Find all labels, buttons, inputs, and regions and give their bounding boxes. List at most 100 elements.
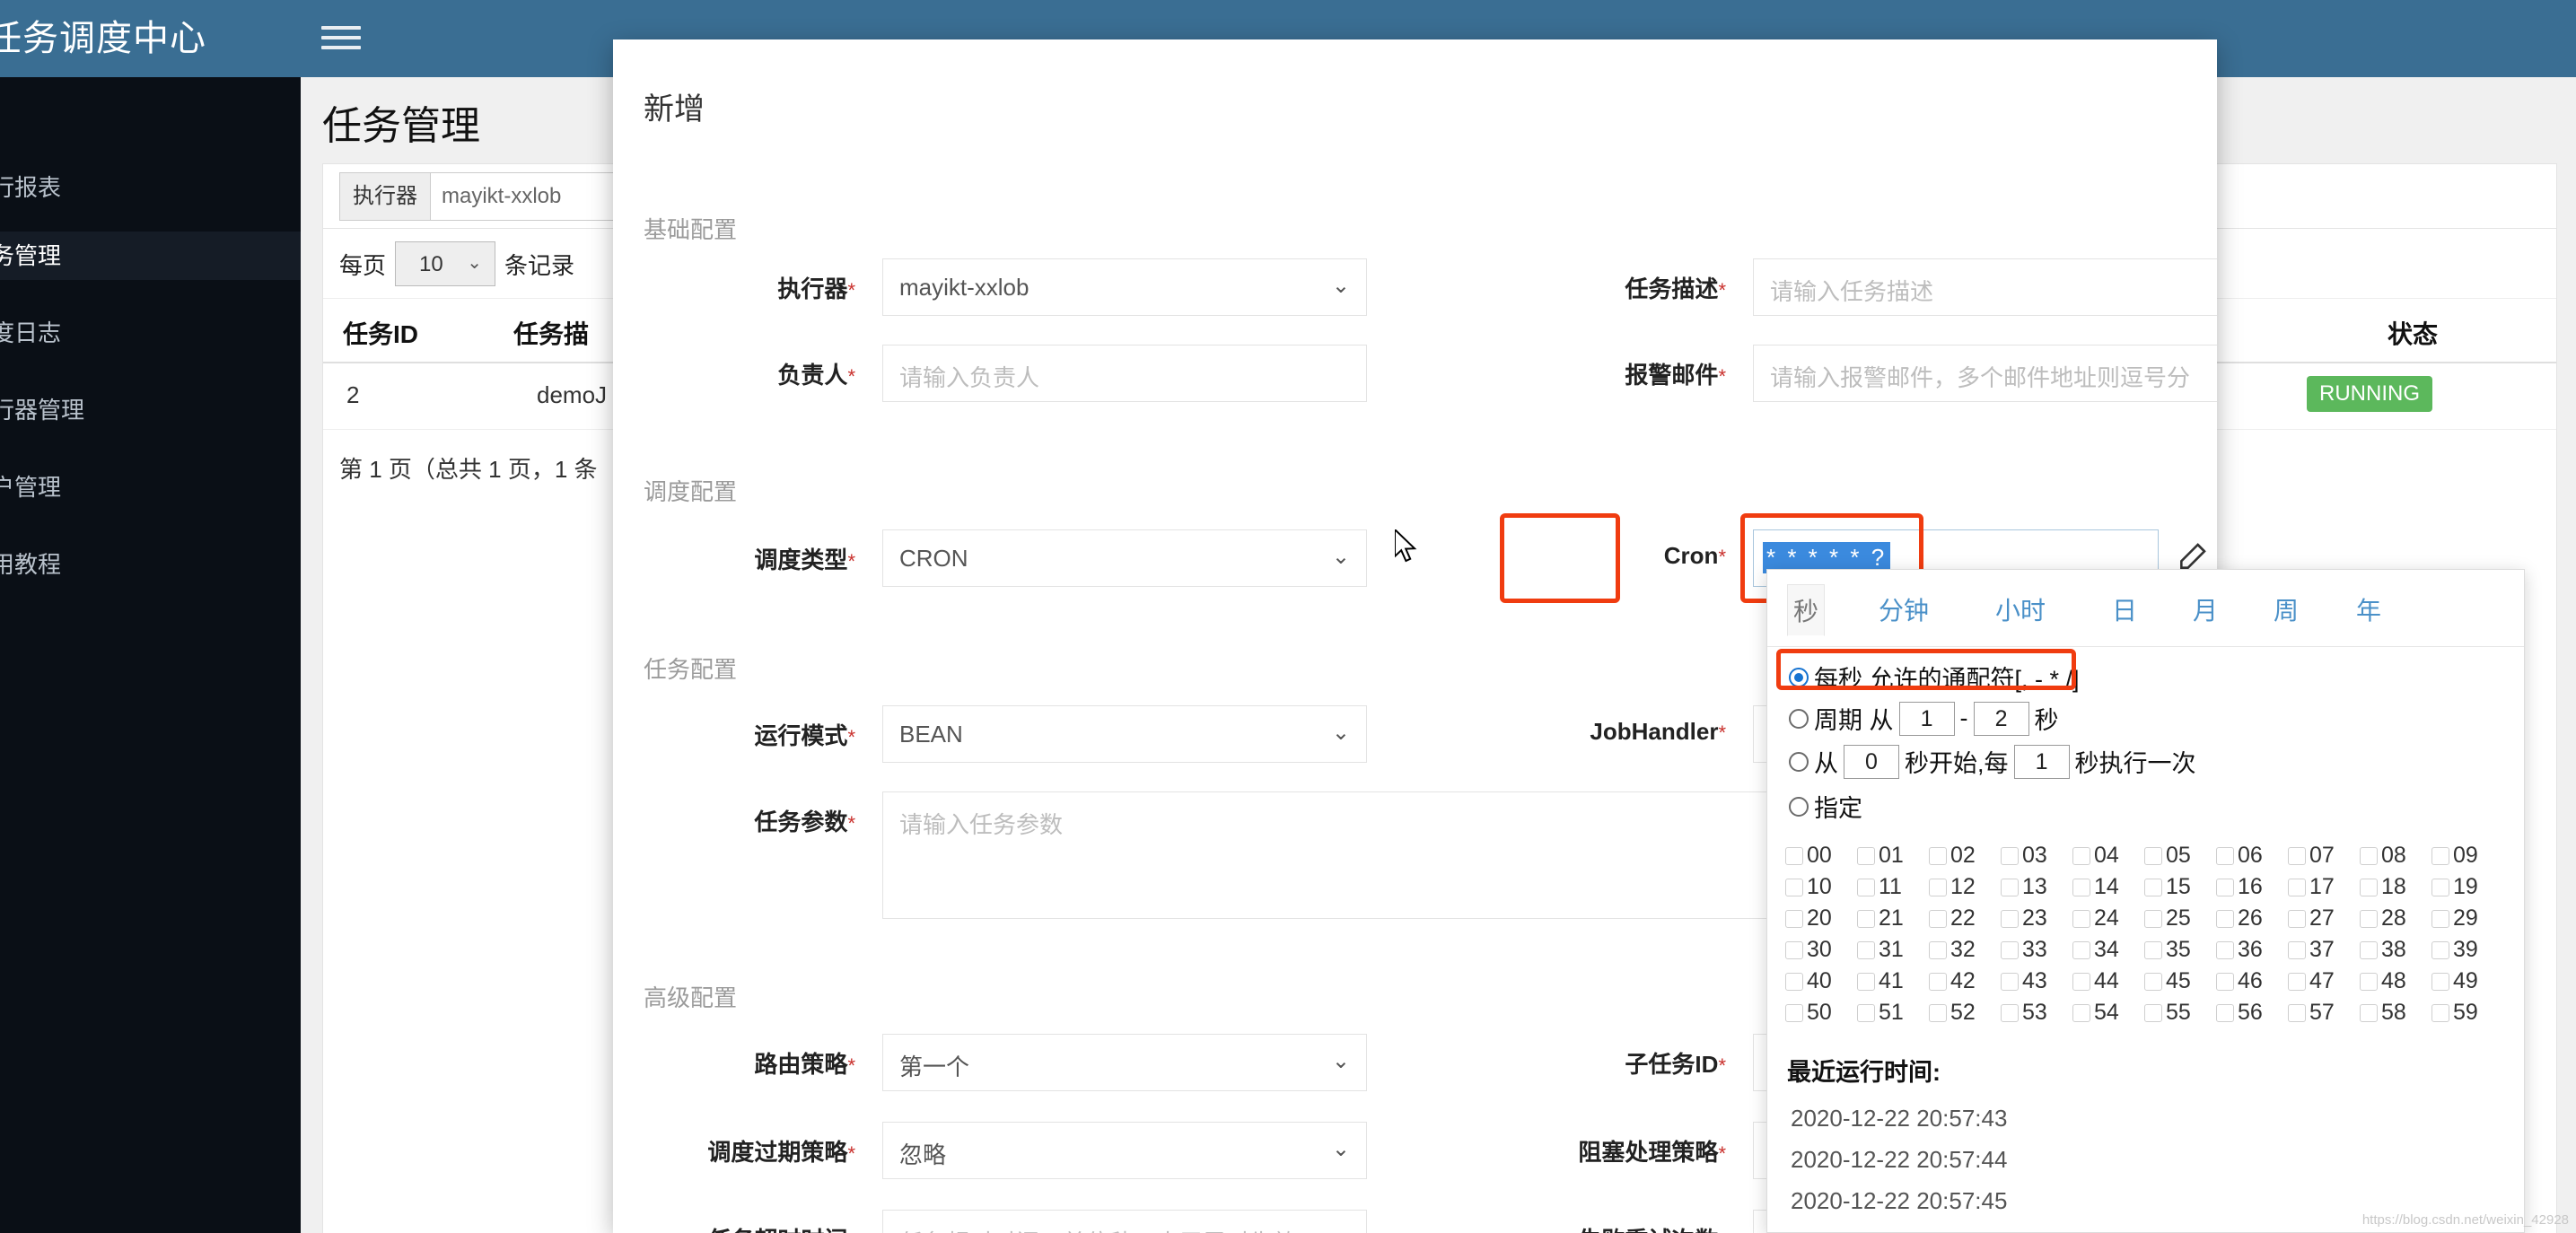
second-checkbox-03: 03 bbox=[2001, 843, 2047, 869]
sidebar-item-jobs[interactable]: 任务管理 bbox=[0, 232, 301, 280]
checkbox[interactable] bbox=[1929, 972, 1947, 991]
checkbox[interactable] bbox=[2072, 940, 2090, 959]
checkbox[interactable] bbox=[2144, 909, 2162, 928]
checkbox[interactable] bbox=[2360, 909, 2378, 928]
checkbox[interactable] bbox=[2001, 846, 2019, 865]
checkbox[interactable] bbox=[1785, 846, 1803, 865]
sidebar-item-report[interactable]: 运行报表 bbox=[0, 163, 301, 212]
checkbox[interactable] bbox=[2216, 909, 2234, 928]
checkbox[interactable] bbox=[1785, 940, 1803, 959]
checkbox[interactable] bbox=[2288, 972, 2306, 991]
checkbox[interactable] bbox=[2431, 972, 2449, 991]
interval-step-input[interactable]: 1 bbox=[2013, 744, 2070, 779]
tab-day[interactable]: 日 bbox=[2107, 584, 2142, 634]
checkbox[interactable] bbox=[1785, 1003, 1803, 1022]
checkbox[interactable] bbox=[2144, 878, 2162, 896]
owner-input[interactable]: 请输入负责人 bbox=[882, 345, 1367, 402]
second-checkbox-48: 48 bbox=[2360, 968, 2406, 994]
hamburger-icon[interactable] bbox=[321, 20, 361, 56]
checkbox[interactable] bbox=[2001, 878, 2019, 896]
option-interval[interactable]: 从 0 秒开始,每 1 秒执行一次 bbox=[1789, 744, 2196, 779]
checkbox[interactable] bbox=[1857, 972, 1875, 991]
checkbox[interactable] bbox=[2288, 940, 2306, 959]
sidebar-item-users[interactable]: 用户管理 bbox=[0, 463, 301, 512]
radio-interval[interactable] bbox=[1789, 751, 1809, 772]
run-mode-select[interactable]: BEAN ⌄ bbox=[882, 705, 1367, 763]
checkbox[interactable] bbox=[2360, 940, 2378, 959]
checkbox[interactable] bbox=[1929, 846, 1947, 865]
checkbox[interactable] bbox=[2072, 878, 2090, 896]
checkbox[interactable] bbox=[2360, 878, 2378, 896]
interval-start-input[interactable]: 0 bbox=[1844, 744, 1899, 779]
checkbox[interactable] bbox=[2216, 1003, 2234, 1022]
job-desc-input[interactable]: 请输入任务描述 bbox=[1753, 258, 2217, 316]
checkbox[interactable] bbox=[2072, 846, 2090, 865]
sidebar-item-tutorial[interactable]: 使用教程 bbox=[0, 540, 301, 589]
checkbox[interactable] bbox=[2360, 972, 2378, 991]
checkbox[interactable] bbox=[2431, 846, 2449, 865]
checkbox[interactable] bbox=[2216, 878, 2234, 896]
checkbox[interactable] bbox=[2360, 1003, 2378, 1022]
option-range[interactable]: 周期 从 1 - 2 秒 bbox=[1789, 701, 2059, 736]
executor-select[interactable]: mayikt-xxlob ⌄ bbox=[882, 258, 1367, 316]
checkbox[interactable] bbox=[2144, 1003, 2162, 1022]
checkbox[interactable] bbox=[1929, 1003, 1947, 1022]
timeout-input[interactable]: 任务超时时间，单位秒，大于零时生效 bbox=[882, 1210, 1367, 1233]
checkbox[interactable] bbox=[1857, 940, 1875, 959]
checkbox[interactable] bbox=[2144, 846, 2162, 865]
radio-range[interactable] bbox=[1789, 708, 1809, 729]
range-to-input[interactable]: 2 bbox=[1973, 701, 2029, 736]
checkbox[interactable] bbox=[2431, 909, 2449, 928]
option-specific[interactable]: 指定 bbox=[1789, 789, 1862, 824]
checkbox[interactable] bbox=[1785, 972, 1803, 991]
recent-runtimes-heading: 最近运行时间: bbox=[1787, 1059, 1941, 1086]
tab-hour[interactable]: 小时 bbox=[1990, 584, 2051, 634]
checkbox[interactable] bbox=[2288, 878, 2306, 896]
checkbox[interactable] bbox=[1857, 1003, 1875, 1022]
checkbox[interactable] bbox=[2001, 1003, 2019, 1022]
range-from-input[interactable]: 1 bbox=[1898, 701, 1955, 736]
route-strategy-select[interactable]: 第一个 ⌄ bbox=[882, 1034, 1367, 1091]
checkbox[interactable] bbox=[1929, 878, 1947, 896]
tab-second[interactable]: 秒 bbox=[1787, 584, 1826, 636]
checkbox[interactable] bbox=[1929, 909, 1947, 928]
tab-minute[interactable]: 分钟 bbox=[1873, 584, 1934, 634]
checkbox[interactable] bbox=[1929, 940, 1947, 959]
checkbox[interactable] bbox=[2431, 878, 2449, 896]
checkbox[interactable] bbox=[2216, 972, 2234, 991]
schedule-type-select[interactable]: CRON ⌄ bbox=[882, 529, 1367, 587]
misfire-strategy-select[interactable]: 忽略 ⌄ bbox=[882, 1122, 1367, 1179]
checkbox[interactable] bbox=[1857, 878, 1875, 896]
alarm-email-input[interactable]: 请输入报警邮件，多个邮件地址则逗号分 bbox=[1753, 345, 2217, 402]
checkbox[interactable] bbox=[2072, 909, 2090, 928]
checkbox[interactable] bbox=[2288, 846, 2306, 865]
sidebar-item-logs[interactable]: 调度日志 bbox=[0, 309, 301, 357]
checkbox[interactable] bbox=[2288, 909, 2306, 928]
checkbox[interactable] bbox=[2431, 1003, 2449, 1022]
checkbox[interactable] bbox=[2431, 940, 2449, 959]
sidebar-item-executor[interactable]: 执行器管理 bbox=[0, 386, 301, 434]
perpage-select[interactable]: 10 ⌄ bbox=[395, 241, 496, 286]
checkbox[interactable] bbox=[1857, 846, 1875, 865]
checkbox[interactable] bbox=[2001, 972, 2019, 991]
checkbox[interactable] bbox=[2001, 909, 2019, 928]
checkbox[interactable] bbox=[2001, 940, 2019, 959]
tab-year[interactable]: 年 bbox=[2351, 584, 2387, 634]
checkbox[interactable] bbox=[2288, 1003, 2306, 1022]
checkbox[interactable] bbox=[1785, 878, 1803, 896]
checkbox[interactable] bbox=[2072, 972, 2090, 991]
tab-month[interactable]: 月 bbox=[2187, 584, 2223, 634]
checkbox[interactable] bbox=[2144, 940, 2162, 959]
option-every-second[interactable]: 每秒 允许的通配符[, - * /] bbox=[1789, 660, 2080, 695]
checkbox[interactable] bbox=[2072, 1003, 2090, 1022]
tab-week[interactable]: 周 bbox=[2268, 584, 2304, 634]
checkbox[interactable] bbox=[2216, 940, 2234, 959]
checkbox[interactable] bbox=[2216, 846, 2234, 865]
checkbox[interactable] bbox=[1857, 909, 1875, 928]
checkbox[interactable] bbox=[2144, 972, 2162, 991]
checkbox[interactable] bbox=[1785, 909, 1803, 928]
radio-specific[interactable] bbox=[1789, 796, 1809, 817]
chevron-down-icon: ⌄ bbox=[467, 253, 483, 273]
radio-every-second[interactable] bbox=[1789, 667, 1809, 687]
checkbox[interactable] bbox=[2360, 846, 2378, 865]
